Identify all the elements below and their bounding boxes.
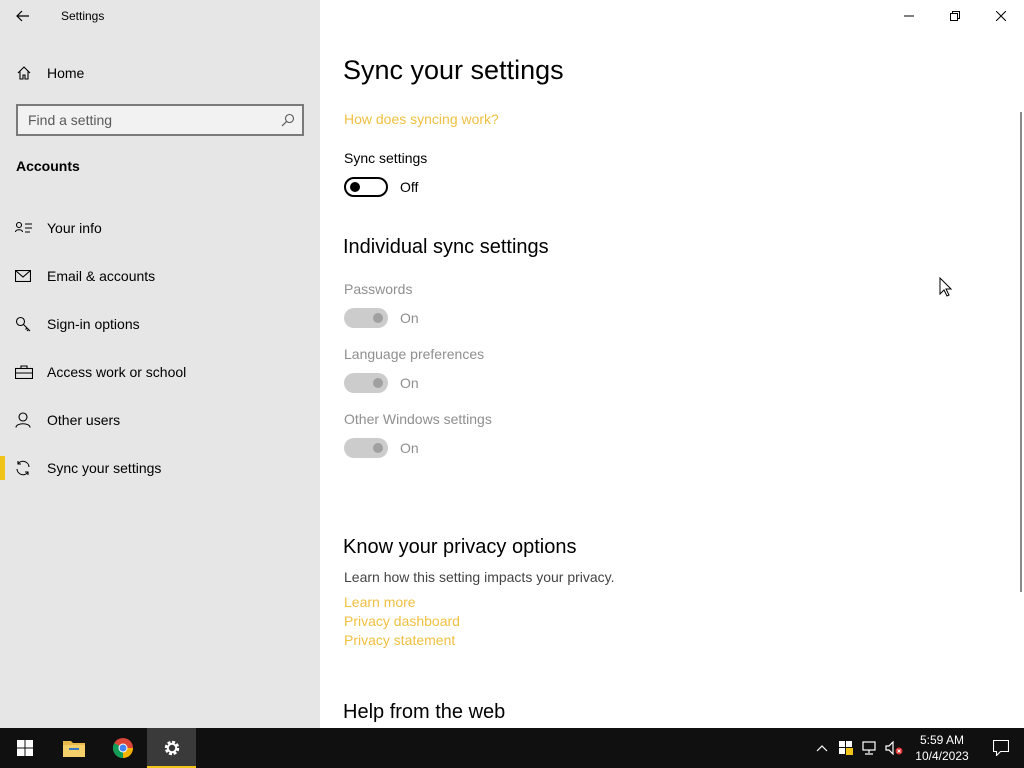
scrollbar[interactable]	[1020, 112, 1022, 592]
sync-settings-label: Sync settings	[344, 150, 428, 166]
network-tray-button[interactable]	[858, 728, 882, 768]
action-center-button[interactable]	[978, 728, 1024, 768]
back-button[interactable]	[0, 0, 46, 32]
clock-date: 10/4/2023	[915, 749, 969, 763]
person-icon	[15, 412, 35, 428]
taskbar: 5:59 AM 10/4/2023	[0, 728, 1024, 768]
home-icon	[16, 65, 34, 81]
passwords-toggle-row: On	[344, 308, 419, 328]
sidebar-item-label: Other users	[47, 412, 121, 428]
other-windows-settings-toggle-row: On	[344, 438, 419, 458]
help-from-web-title: Help from the web	[343, 701, 506, 723]
other-windows-settings-toggle[interactable]	[344, 438, 388, 458]
key-icon	[15, 316, 35, 332]
search-box[interactable]	[16, 104, 304, 136]
sidebar-nav: Your info Email & accounts Sign-in optio…	[0, 204, 320, 492]
network-icon	[862, 741, 876, 755]
sidebar-item-other-users[interactable]: Other users	[0, 396, 320, 444]
sync-icon	[15, 460, 35, 476]
sidebar-item-label: Access work or school	[47, 364, 187, 380]
other-windows-settings-state: On	[400, 440, 419, 456]
folder-icon	[62, 741, 85, 757]
minimize-button[interactable]	[886, 0, 932, 32]
sidebar-item-label: Email & accounts	[47, 268, 156, 284]
mouse-cursor-icon	[939, 277, 952, 297]
language-preferences-label: Language preferences	[344, 346, 485, 362]
language-preferences-toggle[interactable]	[344, 373, 388, 393]
sidebar-item-access-work-school[interactable]: Access work or school	[0, 348, 320, 396]
sidebar-item-sync-settings[interactable]: Sync your settings	[0, 444, 320, 492]
back-arrow-icon	[16, 10, 29, 22]
learn-more-link[interactable]: Learn more	[344, 594, 416, 610]
envelope-icon	[15, 270, 35, 282]
privacy-description: Learn how this setting impacts your priv…	[344, 569, 615, 585]
passwords-label: Passwords	[344, 281, 413, 297]
individual-sync-title: Individual sync settings	[343, 236, 549, 258]
sidebar-item-label: Your info	[47, 220, 102, 236]
taskbar-clock[interactable]: 5:59 AM 10/4/2023	[906, 732, 978, 764]
toggle-knob	[373, 378, 383, 388]
start-button[interactable]	[0, 728, 49, 768]
taskbar-settings[interactable]	[147, 728, 196, 768]
section-accounts: Accounts	[16, 158, 80, 174]
close-button[interactable]	[978, 0, 1024, 32]
privacy-statement-link[interactable]: Privacy statement	[344, 632, 455, 648]
person-card-icon	[15, 221, 35, 235]
search-icon[interactable]	[274, 113, 302, 127]
sidebar-item-label: Sign-in options	[47, 316, 140, 332]
show-hidden-icons-button[interactable]	[810, 728, 834, 768]
sidebar-item-your-info[interactable]: Your info	[0, 204, 320, 252]
sync-settings-state: Off	[400, 179, 419, 195]
security-tray-button[interactable]	[834, 728, 858, 768]
window-controls	[886, 0, 1024, 32]
search-input[interactable]	[18, 106, 274, 134]
sync-settings-toggle-row: Off	[344, 177, 418, 197]
notification-icon	[993, 740, 1009, 756]
how-syncing-works-link[interactable]: How does syncing work?	[344, 111, 499, 127]
toggle-knob	[373, 443, 383, 453]
chevron-up-icon	[816, 745, 828, 752]
windows-logo-icon	[16, 740, 33, 756]
minimize-icon	[904, 15, 914, 17]
toggle-knob	[350, 182, 360, 192]
toggle-knob	[373, 313, 383, 323]
sync-settings-toggle[interactable]	[344, 177, 388, 197]
taskbar-file-explorer[interactable]	[49, 728, 98, 768]
system-tray: 5:59 AM 10/4/2023	[810, 728, 1024, 768]
page-title: Sync your settings	[343, 55, 564, 85]
language-preferences-toggle-row: On	[344, 373, 419, 393]
other-windows-settings-label: Other Windows settings	[344, 411, 492, 427]
main-content: Sync your settings How does syncing work…	[320, 0, 1024, 728]
passwords-state: On	[400, 310, 419, 326]
app-title: Settings	[61, 9, 105, 23]
chrome-icon	[112, 738, 133, 759]
briefcase-icon	[15, 365, 35, 379]
sidebar-item-label: Sync your settings	[47, 460, 162, 476]
home-label: Home	[47, 65, 85, 81]
volume-tray-button[interactable]	[882, 728, 906, 768]
restore-icon	[950, 11, 960, 21]
shield-warning-icon	[839, 741, 853, 755]
title-bar-left: Settings	[0, 0, 320, 32]
clock-time: 5:59 AM	[919, 733, 965, 747]
passwords-toggle[interactable]	[344, 308, 388, 328]
close-icon	[996, 11, 1006, 21]
taskbar-chrome[interactable]	[98, 728, 147, 768]
privacy-dashboard-link[interactable]: Privacy dashboard	[344, 613, 460, 629]
gear-icon	[164, 740, 179, 756]
sidebar: Settings Home Accounts Your info Email &…	[0, 0, 320, 728]
sidebar-item-email-accounts[interactable]: Email & accounts	[0, 252, 320, 300]
sidebar-home[interactable]: Home	[0, 56, 320, 90]
language-preferences-state: On	[400, 375, 419, 391]
sidebar-item-sign-in-options[interactable]: Sign-in options	[0, 300, 320, 348]
restore-button[interactable]	[932, 0, 978, 32]
speaker-muted-icon	[885, 741, 903, 755]
privacy-title: Know your privacy options	[343, 536, 577, 558]
